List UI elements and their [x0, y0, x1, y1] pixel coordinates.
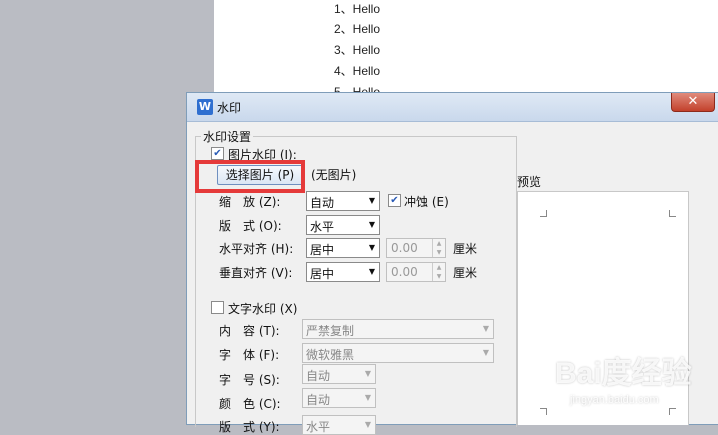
baidu-url-watermark: jingyan.baidu.com: [570, 394, 659, 406]
v-unit: 厘米: [453, 266, 478, 280]
layout-value: 水平: [310, 220, 335, 234]
text-watermark-label: 文字水印 (X): [228, 302, 298, 316]
h-align-value: 居中: [310, 243, 335, 257]
v-align-select[interactable]: 居中 ▼: [306, 262, 380, 282]
font-value: 微软雅黑: [306, 348, 355, 362]
margin-corner-bottom-left: [540, 408, 547, 415]
margin-corner-top-left: [540, 210, 547, 217]
color-label: 颜 色 (C):: [219, 397, 281, 411]
content-select[interactable]: 严禁复制 ▼: [302, 319, 494, 339]
h-align-label: 水平对齐 (H):: [219, 242, 294, 256]
scale-label: 缩 放 (Z):: [219, 195, 281, 209]
doc-line-2: 2、Hello: [334, 22, 381, 36]
h-unit: 厘米: [453, 242, 478, 256]
preview-label: 预览: [517, 175, 542, 189]
size-label: 字 号 (S):: [219, 373, 280, 387]
layout-label: 版 式 (O):: [219, 219, 282, 233]
text-watermark-checkbox[interactable]: [211, 301, 224, 314]
color-value: 自动: [306, 393, 331, 407]
baidu-logo-watermark: Bai度经验: [555, 357, 692, 390]
v-offset-spinner[interactable]: 0.00 ▲ ▼: [386, 262, 446, 282]
font-select[interactable]: 微软雅黑 ▼: [302, 343, 494, 363]
scale-select[interactable]: 自动 ▼: [306, 191, 380, 211]
chevron-down-icon: ▼: [364, 393, 372, 402]
spin-up-icon[interactable]: ▲: [432, 239, 445, 248]
spin-down-icon[interactable]: ▼: [432, 248, 445, 257]
v-offset-value: 0.00: [391, 265, 418, 279]
chevron-down-icon: ▼: [364, 420, 372, 429]
close-button[interactable]: ✕: [671, 93, 715, 112]
size-select[interactable]: 自动 ▼: [302, 364, 376, 384]
chevron-down-icon: ▼: [368, 243, 376, 252]
text-layout-label: 版 式 (Y):: [219, 420, 280, 434]
chevron-down-icon: ▼: [368, 267, 376, 276]
chevron-down-icon: ▼: [482, 348, 490, 357]
picture-watermark-checkbox[interactable]: ✔: [211, 147, 224, 160]
dialog-titlebar[interactable]: W 水印 ✕: [187, 93, 718, 122]
chevron-down-icon: ▼: [364, 369, 372, 378]
scale-value: 自动: [310, 196, 335, 210]
h-align-select[interactable]: 居中 ▼: [306, 238, 380, 258]
spin-down-icon[interactable]: ▼: [432, 272, 445, 281]
content-label: 内 容 (T):: [219, 324, 280, 338]
doc-line-1: 1、Hello: [334, 2, 381, 16]
dialog-title: 水印: [217, 101, 242, 115]
text-layout-value: 水平: [306, 420, 331, 434]
h-offset-spinner[interactable]: 0.00 ▲ ▼: [386, 238, 446, 258]
group-title: 水印设置: [201, 128, 254, 145]
wps-writer-icon: W: [197, 99, 213, 115]
washout-checkbox[interactable]: ✔: [388, 194, 401, 207]
font-label: 字 体 (F):: [219, 348, 280, 362]
washout-label: 冲蚀 (E): [404, 195, 449, 209]
spin-up-icon[interactable]: ▲: [432, 263, 445, 272]
h-offset-value: 0.00: [391, 241, 418, 255]
doc-line-4: 4、Hello: [334, 64, 381, 78]
margin-corner-top-right: [669, 210, 676, 217]
color-select[interactable]: 自动 ▼: [302, 388, 376, 408]
text-layout-select[interactable]: 水平 ▼: [302, 415, 376, 435]
margin-corner-bottom-right: [669, 408, 676, 415]
layout-select[interactable]: 水平 ▼: [306, 215, 380, 235]
chevron-down-icon: ▼: [482, 324, 490, 333]
content-value: 严禁复制: [306, 324, 355, 338]
highlight-box: [195, 160, 305, 193]
doc-line-3: 3、Hello: [334, 43, 381, 57]
chevron-down-icon: ▼: [368, 220, 376, 229]
v-align-value: 居中: [310, 267, 335, 281]
size-value: 自动: [306, 369, 331, 383]
picture-status: (无图片): [311, 168, 357, 182]
v-align-label: 垂直对齐 (V):: [219, 266, 293, 280]
chevron-down-icon: ▼: [368, 196, 376, 205]
